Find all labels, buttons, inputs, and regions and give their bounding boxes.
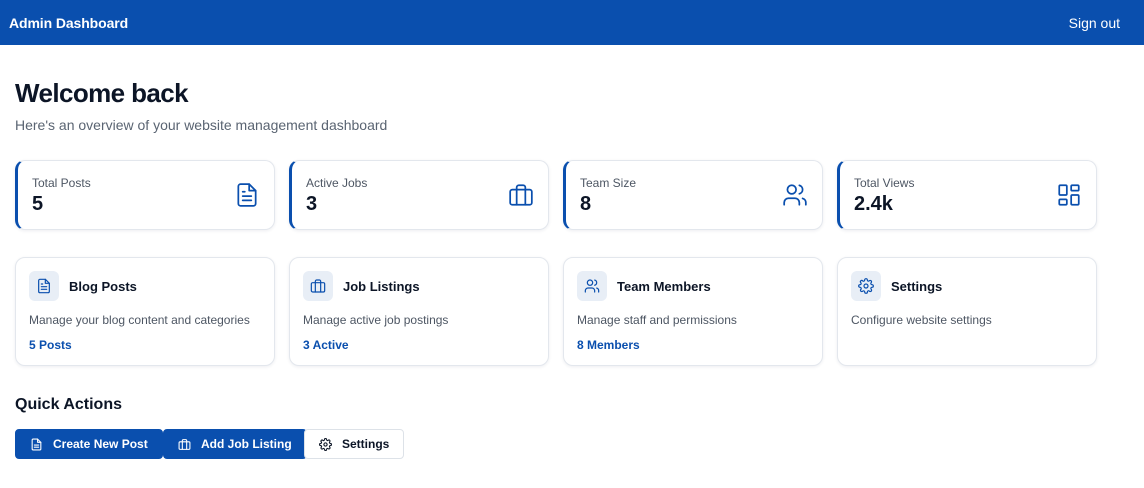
section-card-blog-posts[interactable]: Blog Posts Manage your blog content and …: [15, 257, 275, 366]
section-icon-badge: [29, 271, 59, 301]
section-card-settings[interactable]: Settings Configure website settings: [837, 257, 1097, 366]
document-icon: [237, 183, 257, 207]
stat-card-active-jobs: Active Jobs 3: [289, 160, 549, 230]
section-card-team-members[interactable]: Team Members Manage staff and permission…: [563, 257, 823, 366]
stat-label: Total Posts: [32, 176, 91, 190]
section-title: Job Listings: [343, 279, 420, 294]
section-title: Settings: [891, 279, 943, 294]
stat-card-total-views: Total Views 2.4k: [837, 160, 1097, 230]
briefcase-icon: [178, 438, 191, 450]
users-icon: [584, 279, 600, 293]
button-label: Create New Post: [53, 437, 148, 451]
section-description: Manage your blog content and categories: [29, 313, 250, 327]
quick-actions-title: Quick Actions: [15, 396, 122, 413]
stat-value: 8: [580, 193, 592, 215]
section-link-members[interactable]: 8 Members: [577, 338, 640, 352]
stat-value: 2.4k: [854, 193, 893, 215]
settings-button[interactable]: Settings: [304, 429, 405, 459]
section-description: Configure website settings: [851, 313, 992, 327]
app-title: Admin Dashboard: [9, 14, 129, 31]
add-job-listing-button[interactable]: Add Job Listing: [163, 429, 307, 459]
stat-label: Team Size: [580, 176, 637, 190]
section-title: Team Members: [617, 279, 711, 294]
button-label: Add Job Listing: [201, 437, 292, 451]
page-title: Welcome back: [15, 78, 189, 108]
section-link-jobs[interactable]: 3 Active: [303, 338, 349, 352]
briefcase-icon: [310, 279, 326, 293]
gear-icon: [319, 437, 332, 451]
section-icon-badge: [577, 271, 607, 301]
section-icon-badge: [303, 271, 333, 301]
grid-icon: [1058, 184, 1080, 206]
sign-out-link[interactable]: Sign out: [1069, 15, 1120, 31]
stat-value: 3: [306, 193, 318, 215]
stat-label: Active Jobs: [306, 176, 368, 190]
stat-value: 5: [32, 193, 44, 215]
button-label: Settings: [342, 437, 390, 451]
top-bar: Admin Dashboard Sign out: [0, 0, 1144, 45]
section-description: Manage active job postings: [303, 313, 449, 327]
stat-card-total-posts: Total Posts 5: [15, 160, 275, 230]
section-icon-badge: [851, 271, 881, 301]
section-link-posts[interactable]: 5 Posts: [29, 338, 72, 352]
create-new-post-button[interactable]: Create New Post: [15, 429, 163, 459]
gear-icon: [858, 278, 874, 294]
section-description: Manage staff and permissions: [577, 313, 737, 327]
briefcase-icon: [509, 184, 533, 206]
page-subtitle: Here's an overview of your website manag…: [15, 117, 388, 133]
stat-card-team-size: Team Size 8: [563, 160, 823, 230]
section-card-job-listings[interactable]: Job Listings Manage active job postings …: [289, 257, 549, 366]
document-icon: [31, 438, 42, 450]
stat-label: Total Views: [854, 176, 915, 190]
document-icon: [38, 278, 50, 294]
users-icon: [783, 184, 807, 206]
section-title: Blog Posts: [69, 279, 137, 294]
